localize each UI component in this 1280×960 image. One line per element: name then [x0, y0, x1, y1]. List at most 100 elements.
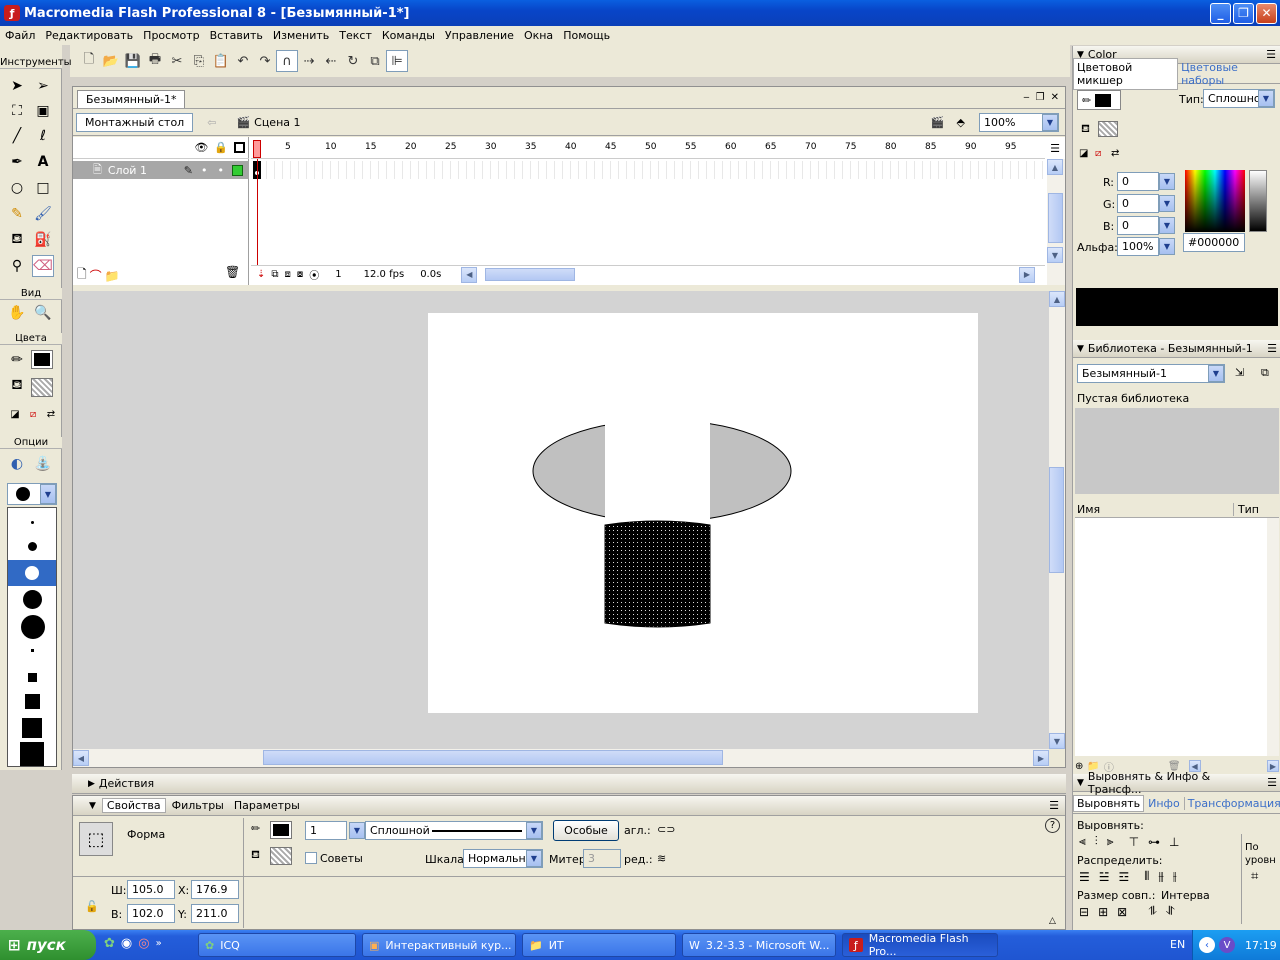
brush-tool-icon[interactable]: 🖌	[32, 203, 54, 225]
eraser-mode-icon[interactable]: ◐	[6, 453, 28, 475]
scale-icon[interactable]: ⧉	[364, 50, 386, 72]
match-both-icon[interactable]: ⊠	[1117, 905, 1127, 919]
timeline-scroll-thumb[interactable]	[485, 268, 575, 281]
scroll-right-icon[interactable]: ▶	[1267, 760, 1279, 772]
stroke-color-icon[interactable]: ✏	[6, 349, 28, 371]
start-button[interactable]: ⊞ пуск	[0, 930, 96, 960]
eraser-shape-square-5[interactable]	[20, 742, 44, 766]
distribute-top-icon[interactable]: ☰	[1079, 870, 1090, 884]
align-vcenter-icon[interactable]: ⊶	[1148, 835, 1160, 849]
menu-control[interactable]: Управление	[440, 29, 519, 42]
subselect-tool-icon[interactable]: ➢	[32, 75, 54, 97]
insert-layer-icon[interactable]: 🗋	[77, 265, 87, 286]
stage-canvas[interactable]	[428, 313, 978, 713]
scroll-right-icon[interactable]: ▶	[1033, 750, 1049, 766]
scroll-left-icon[interactable]: ◀	[73, 750, 89, 766]
tab-properties[interactable]: Свойства	[101, 798, 166, 813]
miter-input[interactable]: 3	[583, 849, 621, 868]
snap-magnet-icon[interactable]: ∩	[276, 50, 298, 72]
scroll-up-icon[interactable]: ▲	[1047, 159, 1063, 175]
timeline-toggle-button[interactable]: Монтажный стол	[76, 113, 194, 132]
frame-row[interactable]	[251, 161, 1045, 179]
mixer-stroke-toggle[interactable]: ✏	[1077, 90, 1121, 110]
restore-button[interactable]: ❐	[1233, 2, 1254, 24]
tab-transform[interactable]: Трансформация	[1183, 797, 1280, 810]
edit-symbol-icon[interactable]: ⬘	[957, 116, 965, 129]
scroll-down-icon[interactable]: ▼	[1049, 733, 1065, 749]
space-vertical-icon[interactable]: ⥮	[1148, 904, 1157, 919]
task-folder[interactable]: 📁 ИТ	[522, 933, 676, 957]
distribute-hcenter-icon[interactable]: ⫵	[1158, 869, 1164, 884]
menu-window[interactable]: Окна	[519, 29, 558, 42]
tray-arrow-icon[interactable]: ‹	[1199, 937, 1215, 953]
panel-menu-icon[interactable]: ☰	[1267, 342, 1277, 355]
save-icon[interactable]: 💾	[122, 50, 144, 72]
menu-view[interactable]: Просмотр	[138, 29, 204, 42]
mixer-fill-swatch[interactable]	[1098, 121, 1118, 137]
task-word[interactable]: W 3.2-3.3 - Microsoft W...	[682, 933, 836, 957]
eraser-shape-selected[interactable]	[8, 560, 56, 586]
scroll-up-icon[interactable]: ▲	[1049, 291, 1065, 307]
back-arrow-icon[interactable]: ⇦	[207, 116, 216, 129]
oval-tool-icon[interactable]: ○	[6, 177, 28, 199]
undo-icon[interactable]: ↶	[232, 50, 254, 72]
layer-color-box[interactable]	[232, 164, 243, 176]
hex-input[interactable]: #000000	[1183, 233, 1245, 252]
eraser-shape-dropdown[interactable]: ▼	[7, 483, 57, 505]
swap-colors-icon[interactable]: ⇄	[1111, 148, 1119, 159]
layer-row[interactable]: 🗎 Слой 1 ✎ • •	[73, 161, 249, 179]
selected-shape[interactable]	[604, 520, 711, 628]
zoom-tool-icon[interactable]: 🔍	[32, 302, 54, 324]
smooth-icon[interactable]: ⇢	[298, 50, 320, 72]
brightness-bar[interactable]	[1249, 170, 1267, 232]
opera-quick-icon[interactable]: ◎	[138, 936, 149, 951]
stroke-color-swatch[interactable]	[31, 350, 53, 369]
red-input[interactable]: 0	[1117, 172, 1159, 191]
layer-name[interactable]: Слой 1	[108, 164, 147, 177]
fill-color-icon[interactable]: ⛾	[6, 375, 28, 397]
outline-icon[interactable]	[234, 142, 245, 153]
pin-library-icon[interactable]: ⇲	[1235, 366, 1244, 379]
library-panel-header[interactable]: ▼ Библиотека - Безымянный-1 ☰	[1073, 340, 1280, 358]
edit-multiple-icon[interactable]: ⧇	[297, 269, 303, 280]
onion-outline-icon[interactable]: ⧈	[285, 269, 291, 280]
fill-type-select[interactable]: Сплошной ▼	[1203, 89, 1275, 108]
col-type[interactable]: Тип	[1232, 503, 1259, 516]
document-tab[interactable]: Безымянный-1*	[77, 90, 186, 108]
eyedropper-tool-icon[interactable]: ⚲	[6, 255, 28, 277]
tab-info[interactable]: Инфо	[1144, 797, 1184, 810]
stroke-width-input[interactable]: 1	[305, 821, 347, 840]
paste-icon[interactable]: 📋	[210, 50, 232, 72]
actions-panel-header[interactable]: ▶ Действия	[72, 774, 1066, 794]
straighten-icon[interactable]: ⇠	[320, 50, 342, 72]
eraser-shape-square-2[interactable]	[28, 673, 37, 682]
hints-checkbox[interactable]	[305, 852, 317, 864]
help-icon[interactable]: ?	[1045, 818, 1060, 833]
cut-icon[interactable]: ✂	[166, 50, 188, 72]
lasso-tool-icon[interactable]: ℓ	[32, 125, 54, 147]
tab-color-mixer[interactable]: Цветовой микшер	[1073, 57, 1179, 90]
to-stage-icon[interactable]: ⌗	[1251, 869, 1258, 884]
icq-quick-icon[interactable]: ✿	[104, 936, 115, 951]
lock-icon[interactable]: 🔒	[214, 141, 228, 154]
scale-select[interactable]: Нормально ▼	[463, 849, 543, 868]
stroke-style-select[interactable]: Сплошной ▼	[365, 821, 543, 840]
doc-restore-icon[interactable]: ❐	[1036, 92, 1045, 103]
align-left-icon[interactable]: ⫷	[1079, 834, 1086, 849]
panel-menu-icon[interactable]: ☰	[1266, 48, 1276, 61]
doc-close-icon[interactable]: ✕	[1051, 92, 1059, 103]
width-input[interactable]: 105.0	[127, 880, 175, 899]
eraser-shape-dot-1[interactable]	[31, 521, 34, 524]
task-flash[interactable]: ƒ Macromedia Flash Pro...	[842, 932, 998, 958]
stage-hscroll[interactable]: ◀ ▶	[73, 749, 1049, 767]
col-name[interactable]: Имя	[1077, 503, 1100, 516]
copy-icon[interactable]: ⎘	[188, 50, 210, 72]
y-input[interactable]: 211.0	[191, 904, 239, 923]
stroke-width-dropdown-icon[interactable]: ▼	[349, 822, 365, 839]
new-file-icon[interactable]: 🗋	[78, 50, 100, 72]
language-indicator[interactable]: EN	[1170, 938, 1185, 951]
tab-align[interactable]: Выровнять	[1073, 795, 1145, 812]
no-color-icon[interactable]: ⧄	[1095, 148, 1101, 159]
eye-icon[interactable]: 👁	[194, 141, 208, 154]
blue-input[interactable]: 0	[1117, 216, 1159, 235]
